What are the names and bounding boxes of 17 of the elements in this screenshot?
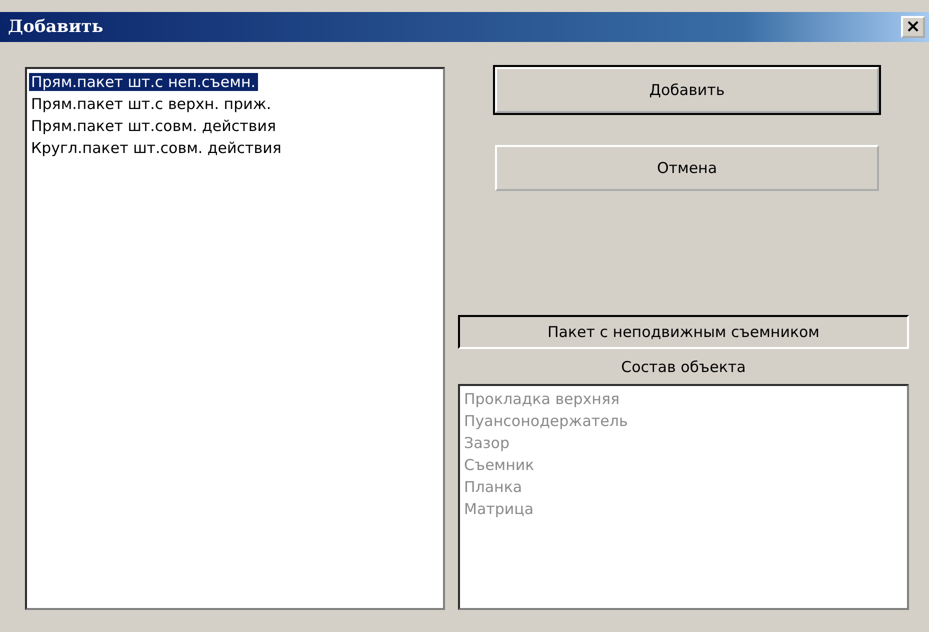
dialog-button[interactable]: Добавить xyxy=(495,67,879,113)
list-item: Зазор xyxy=(463,434,510,452)
window-title: Добавить xyxy=(8,17,104,37)
list-item: Съемник xyxy=(463,456,536,474)
object-list[interactable]: Прям.пакет шт.с неп.съемн. Прям.пакет шт.с верхн. приж. Прям.пакет шт.совм. действия Кругл.пакет шт.совм. действия xyxy=(25,67,445,610)
close-button[interactable]: × xyxy=(901,16,925,38)
list-item[interactable]: Прям.пакет шт.с неп.съемн. xyxy=(29,73,258,91)
list-item[interactable]: Прям.пакет шт.с верхн. приж. xyxy=(29,95,274,113)
list-item[interactable]: Кругл.пакет шт.совм. действия xyxy=(29,139,284,157)
list-item: Матрица xyxy=(463,500,535,518)
list-item: Планка xyxy=(463,478,524,496)
composition-label: Состав объекта xyxy=(620,358,747,376)
dialog-button[interactable]: Отмена xyxy=(495,145,879,191)
list-item: Пуансонодержатель xyxy=(463,412,629,430)
object-name-field: Пакет с неподвижным съемником xyxy=(458,315,909,349)
list-item[interactable]: Прям.пакет шт.совм. действия xyxy=(29,117,278,135)
list-item: Прокладка верхняя xyxy=(463,390,621,408)
